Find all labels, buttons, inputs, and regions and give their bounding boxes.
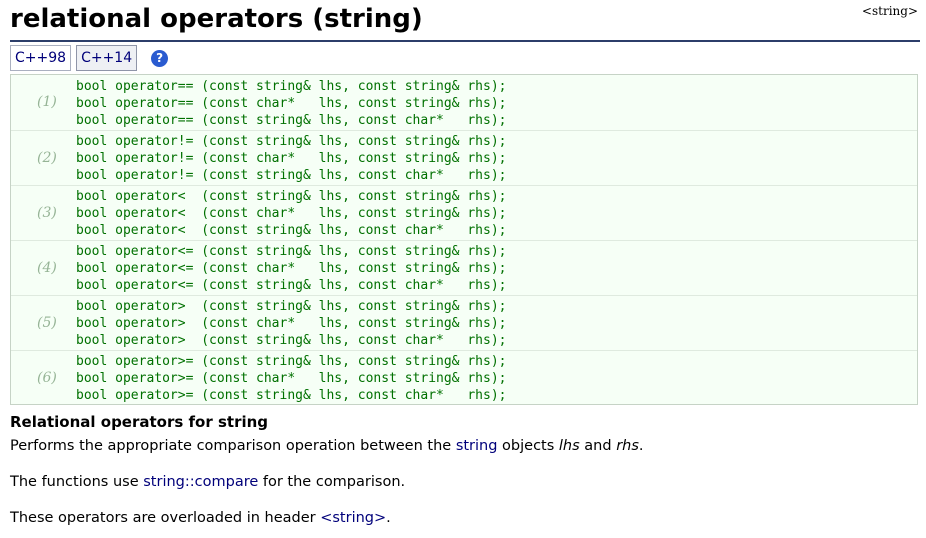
- declaration-line: bool operator< (const string& lhs, const…: [76, 223, 507, 238]
- declaration-line: bool operator> (const string& lhs, const…: [76, 333, 507, 348]
- declaration-line: bool operator== (const string& lhs, cons…: [76, 79, 507, 94]
- declaration-group-1: (1) bool operator== (const string& lhs, …: [11, 75, 917, 129]
- para-text: for the comparison.: [258, 474, 406, 490]
- string-compare-link[interactable]: string::compare: [143, 474, 258, 490]
- declaration-line: bool operator> (const char* lhs, const s…: [76, 316, 507, 331]
- header-tag: <string>: [861, 4, 918, 18]
- version-tabs: C++98 C++14 ?: [10, 44, 169, 72]
- declaration-number: (2): [37, 150, 57, 166]
- declaration-group-4: (4) bool operator<= (const string& lhs, …: [11, 240, 917, 295]
- declaration-number: (4): [37, 260, 57, 276]
- section-heading: Relational operators for string: [10, 413, 269, 431]
- para-text: Performs the appropriate comparison oper…: [10, 438, 456, 454]
- declaration-line: bool operator<= (const char* lhs, const …: [76, 261, 507, 276]
- declaration-line: bool operator== (const char* lhs, const …: [76, 96, 507, 111]
- declaration-number: (5): [37, 315, 57, 331]
- declaration-line: bool operator!= (const string& lhs, cons…: [76, 134, 507, 149]
- tab-cpp14[interactable]: C++14: [76, 45, 138, 71]
- param-rhs: rhs: [616, 438, 639, 454]
- title-rule: [10, 40, 920, 42]
- declaration-line: bool operator!= (const char* lhs, const …: [76, 151, 507, 166]
- declaration-line: bool operator<= (const string& lhs, cons…: [76, 244, 507, 259]
- declaration-line: bool operator!= (const string& lhs, cons…: [76, 168, 507, 183]
- para-text: .: [638, 438, 644, 454]
- declaration-line: bool operator> (const string& lhs, const…: [76, 299, 507, 314]
- declaration-group-6: (6) bool operator>= (const string& lhs, …: [11, 350, 917, 404]
- description-paragraph-3: These operators are overloaded in header…: [10, 508, 391, 528]
- para-text: .: [386, 510, 391, 526]
- declaration-group-2: (2) bool operator!= (const string& lhs, …: [11, 130, 917, 185]
- declaration-number: (6): [37, 370, 57, 386]
- para-text: objects: [497, 438, 559, 454]
- string-header-link[interactable]: <string>: [320, 510, 386, 526]
- declaration-line: bool operator<= (const string& lhs, cons…: [76, 278, 507, 293]
- declaration-line: bool operator< (const char* lhs, const s…: [76, 206, 507, 221]
- declaration-line: bool operator>= (const string& lhs, cons…: [76, 388, 507, 403]
- declaration-line: bool operator< (const string& lhs, const…: [76, 189, 507, 204]
- para-text: and: [579, 438, 617, 454]
- declaration-line: bool operator>= (const char* lhs, const …: [76, 371, 507, 386]
- declaration-number: (3): [37, 205, 57, 221]
- para-text: These operators are overloaded in header: [10, 510, 321, 526]
- declaration-line: bool operator>= (const string& lhs, cons…: [76, 354, 507, 369]
- description-paragraph-2: The functions use string::compare for th…: [10, 472, 405, 492]
- declaration-group-5: (5) bool operator> (const string& lhs, c…: [11, 295, 917, 350]
- declaration-group-3: (3) bool operator< (const string& lhs, c…: [11, 185, 917, 240]
- help-icon[interactable]: ?: [151, 49, 169, 67]
- description-paragraph-1: Performs the appropriate comparison oper…: [10, 436, 644, 456]
- string-link[interactable]: string: [456, 438, 498, 454]
- declaration-line: bool operator== (const string& lhs, cons…: [76, 113, 507, 128]
- page-title: relational operators (string): [10, 4, 423, 34]
- tab-cpp98[interactable]: C++98: [10, 45, 72, 71]
- para-text: The functions use: [10, 474, 144, 490]
- declaration-number: (1): [37, 94, 57, 110]
- param-lhs: lhs: [558, 438, 580, 454]
- declarations-box: (1) bool operator== (const string& lhs, …: [10, 74, 918, 405]
